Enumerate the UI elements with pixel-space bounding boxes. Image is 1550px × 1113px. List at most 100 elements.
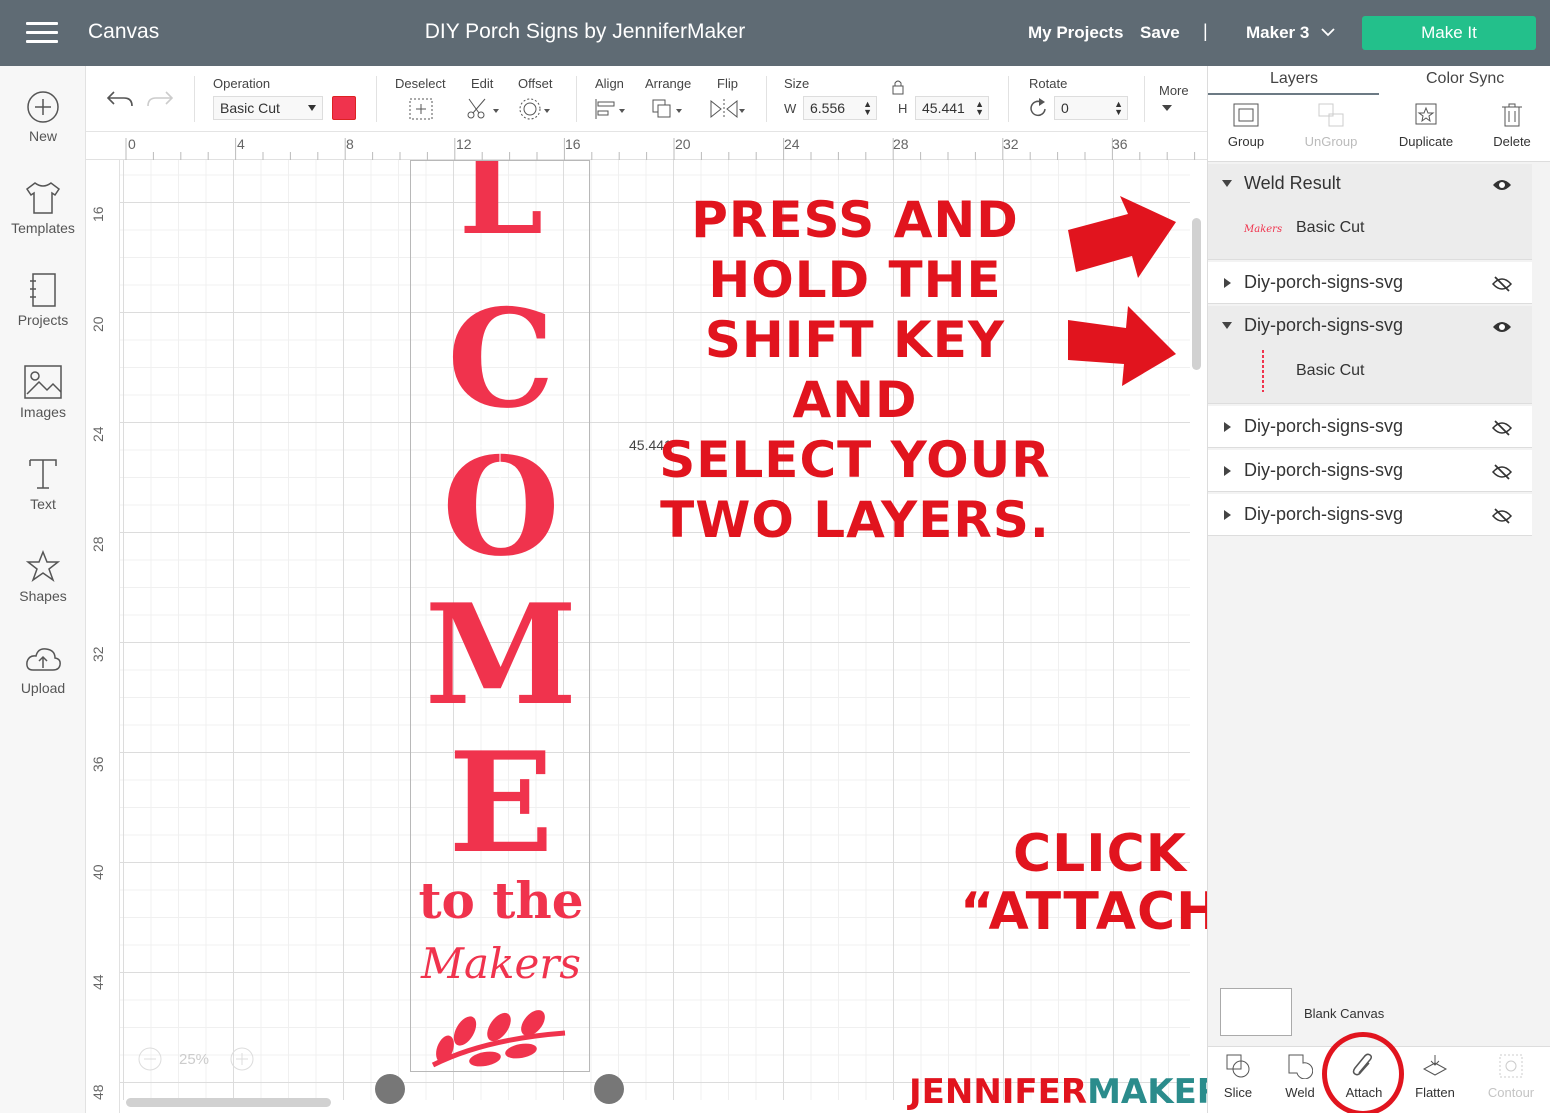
layer-operation: Basic Cut (1296, 219, 1365, 236)
sidebar-item-projects[interactable]: Projects (0, 272, 86, 328)
rotate-icon (1030, 98, 1046, 117)
height-input[interactable]: 45.441 ▲ ▼ (915, 96, 989, 120)
tab-color-sync[interactable]: Color Sync (1426, 70, 1504, 88)
instruction-line: PRESS AND (691, 191, 1019, 249)
caret-right-icon[interactable] (1224, 278, 1231, 288)
width-spinner-icon[interactable]: ▲ ▼ (863, 100, 872, 117)
eye-hidden-icon[interactable] (1492, 276, 1512, 292)
height-spinner-icon[interactable]: ▲ ▼ (975, 100, 984, 117)
rotate-value: 0 (1061, 100, 1069, 116)
width-input[interactable]: 6.556 ▲ ▼ (803, 96, 877, 120)
undo-icon[interactable] (106, 88, 134, 110)
caret-right-icon[interactable] (1224, 422, 1231, 432)
layer-row[interactable]: Diy-porch-signs-svg (1208, 406, 1532, 448)
layer-thumbnail: Makers (1244, 224, 1283, 235)
caret-right-icon[interactable] (1224, 466, 1231, 476)
sidebar-item-templates[interactable]: Templates (0, 180, 86, 236)
more-label[interactable]: More (1159, 83, 1189, 98)
sidebar-item-upload[interactable]: Upload (0, 644, 86, 696)
save-link[interactable]: Save (1140, 23, 1180, 43)
height-label: H (898, 101, 908, 116)
weld-button[interactable]: Weld (1282, 1053, 1318, 1100)
notebook-icon (30, 273, 56, 307)
zoom-out-icon[interactable] (137, 1046, 163, 1072)
edit-scissors-icon[interactable] (465, 97, 501, 121)
resize-handle-icon[interactable] (594, 1074, 624, 1104)
align-icon[interactable] (593, 97, 629, 121)
duplicate-button[interactable]: Duplicate (1396, 102, 1456, 149)
slice-button[interactable]: Slice (1220, 1053, 1256, 1100)
redo-icon[interactable] (146, 88, 174, 110)
flatten-button[interactable]: Flatten (1412, 1053, 1458, 1100)
ruler-label: 16 (90, 206, 106, 222)
layer-row[interactable]: Diy-porch-signs-svg (1208, 262, 1532, 304)
eye-hidden-icon[interactable] (1492, 464, 1512, 480)
layer-row[interactable]: Weld Result Makers Basic Cut (1208, 164, 1532, 260)
dropdown-arrow-icon (308, 105, 316, 111)
deselect-label: Deselect (395, 76, 446, 91)
selected-design[interactable]: L C O M E to the Makers (410, 160, 590, 1072)
layer-row[interactable]: Diy-porch-signs-svg (1208, 494, 1532, 536)
toolbar-divider (1008, 76, 1009, 122)
weld-icon (1288, 1054, 1313, 1079)
delete-button[interactable]: Delete (1490, 102, 1534, 149)
rotate-input[interactable]: 0 ▲ ▼ (1054, 96, 1128, 120)
layer-name: Diy-porch-signs-svg (1244, 460, 1404, 480)
zoom-in-icon[interactable] (229, 1046, 255, 1072)
deselect-icon[interactable] (408, 97, 434, 121)
caret-down-icon[interactable] (1222, 322, 1232, 329)
toolbar-divider (376, 76, 377, 122)
vertical-scrollbar[interactable] (1192, 218, 1201, 370)
sidebar-item-images[interactable]: Images (0, 364, 86, 420)
machine-selector[interactable]: Maker 3 (1246, 23, 1309, 43)
design-script: Makers (421, 939, 581, 988)
eye-icon[interactable] (1492, 320, 1512, 334)
tab-layers[interactable]: Layers (1270, 70, 1318, 88)
layer-name: Weld Result (1244, 173, 1341, 193)
design-phrase: to the (418, 871, 584, 930)
sidebar-item-shapes[interactable]: Shapes (0, 550, 86, 604)
sidebar-item-new[interactable]: New (0, 90, 86, 144)
ungroup-button[interactable]: UnGroup (1302, 102, 1360, 149)
layer-row[interactable]: Diy-porch-signs-svg (1208, 450, 1532, 492)
layer-name: Diy-porch-signs-svg (1244, 416, 1404, 436)
instruction-line: TWO LAYERS. (660, 491, 1050, 549)
operation-select[interactable]: Basic Cut (213, 96, 323, 120)
operation-color-swatch[interactable] (332, 96, 356, 120)
rotate-spinner-icon[interactable]: ▲ ▼ (1114, 100, 1123, 117)
duplicate-label: Duplicate (1398, 134, 1454, 149)
design-letter: E (448, 721, 554, 884)
sidebar-item-label: Upload (20, 680, 66, 696)
caret-right-icon[interactable] (1224, 510, 1231, 520)
lock-handle-icon[interactable] (375, 1074, 405, 1104)
group-icon (1233, 103, 1259, 127)
operation-label: Operation (213, 76, 271, 91)
blank-canvas-label: Blank Canvas (1304, 1006, 1385, 1021)
contour-button[interactable]: Contour (1484, 1053, 1538, 1100)
eye-hidden-icon[interactable] (1492, 420, 1512, 436)
horizontal-scrollbar[interactable] (126, 1098, 331, 1107)
eye-icon[interactable] (1492, 178, 1512, 192)
lock-icon[interactable] (891, 79, 905, 95)
click-line: CLICK (1012, 824, 1188, 884)
instruction-line: SELECT YOUR (659, 431, 1051, 489)
blank-canvas-swatch[interactable] (1220, 988, 1292, 1036)
arrange-icon[interactable] (650, 97, 686, 121)
ruler-label: 12 (456, 136, 472, 152)
layer-row[interactable]: Diy-porch-signs-svg Basic Cut (1208, 306, 1532, 404)
chevron-down-icon[interactable] (1320, 24, 1336, 40)
rotate-label: Rotate (1029, 76, 1068, 91)
sidebar-item-label: Projects (17, 312, 69, 328)
caret-down-icon[interactable] (1222, 180, 1232, 187)
eye-hidden-icon[interactable] (1492, 508, 1512, 524)
group-button[interactable]: Group (1224, 102, 1268, 149)
jennifermaker-logo: JENNIFERMAKER (909, 1072, 1223, 1112)
sidebar-item-text[interactable]: Text (0, 456, 86, 512)
shapes-icon (26, 550, 60, 582)
more-caret-icon[interactable] (1161, 104, 1173, 112)
make-it-button[interactable]: Make It (1362, 16, 1536, 50)
design-letter: M (424, 573, 578, 736)
flip-icon[interactable] (709, 97, 747, 121)
my-projects-link[interactable]: My Projects (1028, 23, 1123, 43)
offset-icon[interactable] (518, 97, 554, 121)
